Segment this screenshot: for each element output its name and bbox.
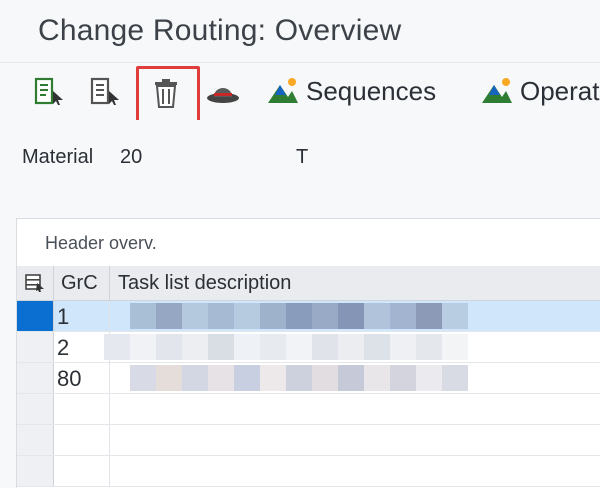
header-fields: Material 20 T <box>0 120 600 286</box>
hat-button[interactable] <box>206 79 240 105</box>
mountain-icon <box>268 78 298 103</box>
application-toolbar: Sequences Operat <box>0 62 600 121</box>
delete-highlight-frame <box>136 66 200 128</box>
mountain-icon <box>482 78 512 103</box>
grc-cell[interactable]: 80 <box>57 366 81 392</box>
grc-cell[interactable]: 1 <box>57 304 69 330</box>
empty-table-row[interactable] <box>17 456 600 487</box>
title-bar: Change Routing: Overview <box>0 0 600 62</box>
header-overview-panel: Header overv. GrC Task list description … <box>16 218 600 488</box>
description-cell[interactable] <box>109 425 600 455</box>
column-header-grc[interactable]: GrC <box>61 272 98 295</box>
operations-label: Operat <box>520 75 600 106</box>
panel-title: Header overv. <box>45 233 157 253</box>
document-list-arrow-icon <box>90 77 119 105</box>
display-details-button[interactable] <box>34 77 66 107</box>
table-settings-icon <box>25 274 44 292</box>
row-selector[interactable] <box>17 332 54 362</box>
description-cell[interactable] <box>109 394 600 424</box>
table-row[interactable]: 2 <box>17 332 600 363</box>
row-selector[interactable] <box>17 456 54 486</box>
choose-details-button[interactable] <box>90 77 122 107</box>
sequences-label: Sequences <box>306 75 437 106</box>
column-settings-button[interactable] <box>17 266 54 300</box>
description-cell[interactable] <box>109 456 600 486</box>
material-text-value: T <box>296 146 309 168</box>
operations-button[interactable]: Operat <box>480 75 600 107</box>
description-cell-redacted[interactable] <box>104 332 600 362</box>
description-cell-redacted[interactable] <box>109 363 600 393</box>
row-selector[interactable] <box>17 363 54 393</box>
table-row[interactable]: 80 <box>17 363 600 394</box>
grc-cell[interactable]: 2 <box>57 335 69 361</box>
sequences-button[interactable]: Sequences <box>266 75 436 107</box>
table-header: GrC Task list description <box>17 266 600 301</box>
document-arrow-icon <box>34 77 63 105</box>
row-selector[interactable] <box>17 301 54 331</box>
row-selector[interactable] <box>17 425 54 455</box>
table-row[interactable]: 1 <box>17 301 600 332</box>
row-selector[interactable] <box>17 394 54 424</box>
empty-table-row[interactable] <box>17 394 600 425</box>
description-cell-redacted[interactable] <box>109 301 600 331</box>
material-label: Material <box>22 146 94 168</box>
material-value: 20 <box>120 146 143 168</box>
hat-icon <box>207 88 239 103</box>
empty-table-row[interactable] <box>17 425 600 456</box>
page-title: Change Routing: Overview <box>38 14 402 47</box>
column-header-description[interactable]: Task list description <box>109 266 598 300</box>
